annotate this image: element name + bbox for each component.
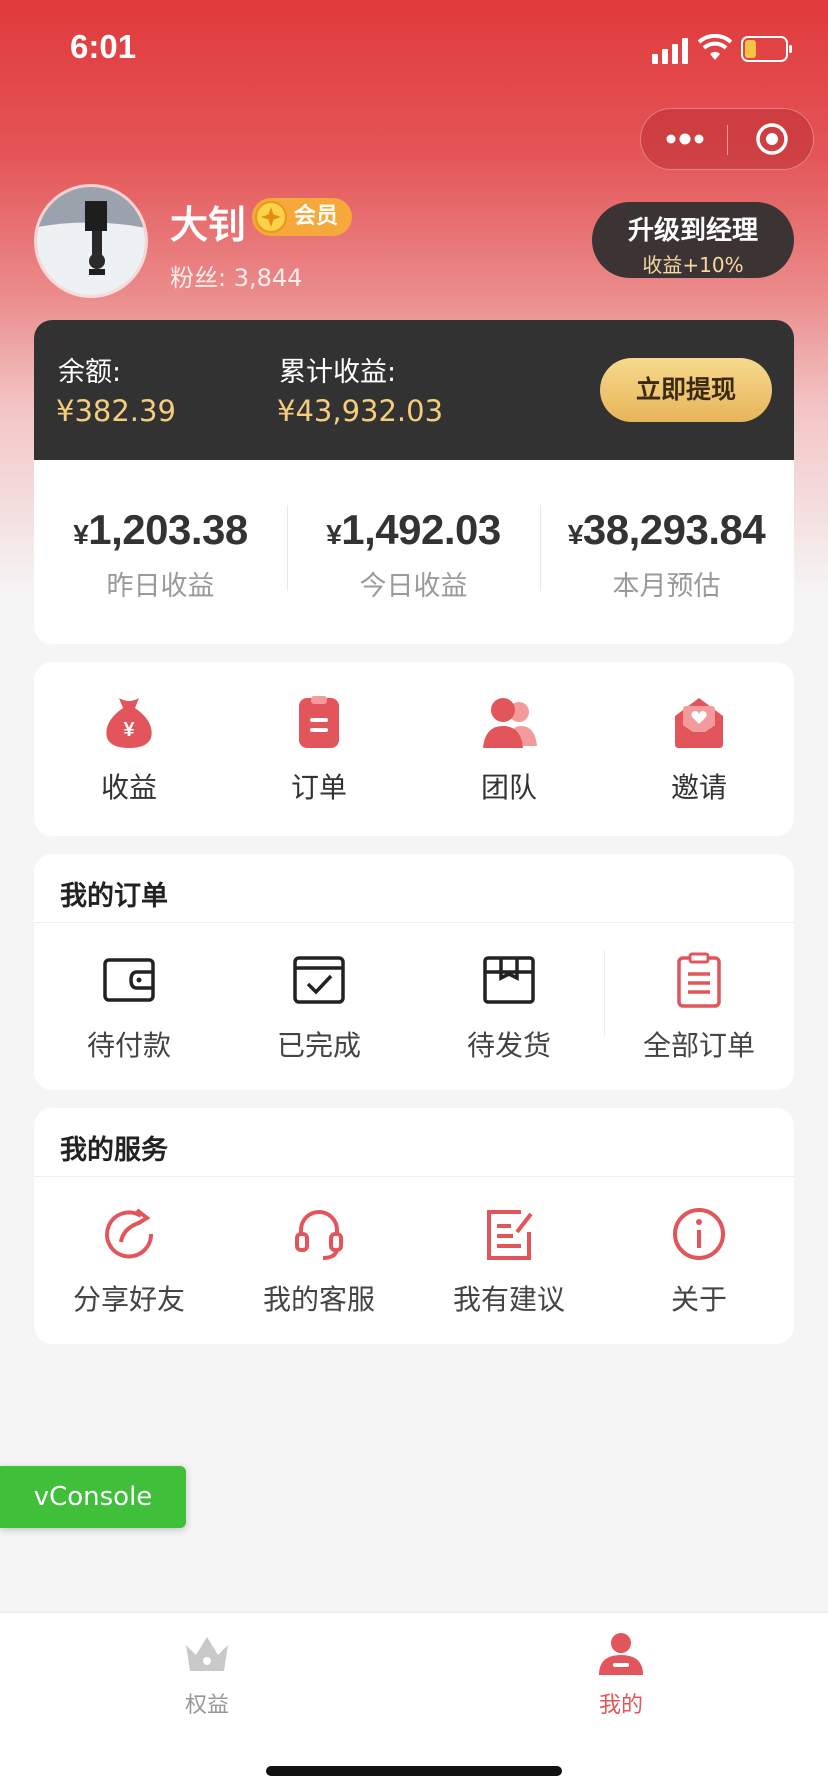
feedback-icon (487, 1210, 533, 1260)
stat-label: 今日收益 (359, 571, 468, 602)
battery-icon (741, 36, 792, 62)
tab-bar: 权益 我的 (0, 1612, 828, 1792)
order-label: 全部订单 (642, 1029, 755, 1062)
miniprogram-capsule (640, 108, 814, 170)
stat-value: ¥1,492.03 (326, 506, 501, 553)
share-icon (105, 1208, 154, 1259)
balance-value: ¥382.39 (56, 394, 176, 428)
balance-panel: 余额: ¥382.39 累计收益: ¥43,932.03 立即提现 (34, 320, 794, 460)
withdraw-button[interactable]: 立即提现 (600, 358, 772, 422)
section-title: 我的订单 (60, 881, 168, 912)
order-pending-payment[interactable]: 待付款 (34, 922, 224, 1090)
vconsole-button[interactable]: vConsole (0, 1466, 186, 1528)
total-earnings-label: 累计收益: (279, 357, 397, 388)
info-icon (673, 1208, 725, 1260)
stat-month-estimate[interactable]: ¥38,293.84 本月预估 (540, 460, 793, 644)
shortcut-grid: ¥ 收益 订单 团队 邀请 (34, 662, 794, 836)
section-title: 我的服务 (60, 1135, 168, 1166)
stat-today[interactable]: ¥1,492.03 今日收益 (287, 460, 540, 644)
stat-label: 昨日收益 (106, 571, 215, 602)
package-icon (483, 956, 535, 1004)
stat-value: ¥38,293.84 (567, 506, 766, 553)
service-customer-support[interactable]: 我的客服 (224, 1176, 414, 1344)
crown-icon (186, 1637, 228, 1671)
balance-label: 余额: (58, 357, 122, 388)
service-label: 我的客服 (262, 1283, 375, 1316)
tab-mine[interactable]: 我的 (414, 1613, 828, 1733)
team-icon (483, 698, 537, 748)
tab-benefits[interactable]: 权益 (0, 1613, 414, 1733)
upgrade-manager-button[interactable]: 升级到经理 收益+10% (592, 202, 794, 278)
stat-value: ¥1,203.38 (73, 506, 248, 553)
total-earnings-value: ¥43,932.03 (277, 394, 444, 428)
shortcut-invite[interactable]: 邀请 (604, 662, 794, 836)
clipboard-icon (299, 696, 339, 748)
shortcut-label: 邀请 (670, 771, 727, 804)
shortcut-team[interactable]: 团队 (414, 662, 604, 836)
service-label: 我有建议 (452, 1283, 565, 1316)
wifi-icon (698, 34, 732, 60)
upgrade-title: 升级到经理 (627, 216, 758, 246)
shortcut-earnings[interactable]: ¥ 收益 (34, 662, 224, 836)
service-feedback[interactable]: 我有建议 (414, 1176, 604, 1344)
service-label: 关于 (670, 1283, 727, 1316)
status-time: 6:01 (70, 28, 137, 65)
stat-label: 本月预估 (612, 571, 721, 602)
stat-yesterday[interactable]: ¥1,203.38 昨日收益 (34, 460, 287, 644)
shortcut-orders[interactable]: 订单 (224, 662, 414, 836)
tab-label: 我的 (598, 1693, 643, 1718)
my-services-card: 我的服务 分享好友 我的客服 我有建议 关于 (34, 1108, 794, 1344)
target-close-icon (755, 123, 788, 155)
close-miniprogram-button[interactable] (728, 109, 815, 169)
check-box-icon (293, 956, 345, 1004)
shortcut-label: 收益 (100, 771, 157, 804)
order-all[interactable]: 全部订单 (604, 922, 794, 1090)
upgrade-subtitle: 收益+10% (642, 253, 744, 277)
money-bag-icon: ¥ (106, 698, 152, 748)
user-name: 大钊 (170, 203, 247, 247)
order-label: 待付款 (86, 1029, 171, 1062)
service-label: 分享好友 (72, 1283, 185, 1316)
more-button[interactable] (641, 109, 728, 169)
shortcut-label: 团队 (480, 771, 537, 804)
member-badge-label: 会员 (294, 204, 339, 229)
more-dots-icon (666, 133, 703, 145)
order-completed[interactable]: 已完成 (224, 922, 414, 1090)
order-label: 已完成 (276, 1029, 361, 1062)
wallet-icon (103, 958, 155, 1002)
service-about[interactable]: 关于 (604, 1176, 794, 1344)
invite-envelope-icon (675, 698, 723, 748)
headset-icon (295, 1210, 343, 1260)
shortcut-label: 订单 (290, 771, 347, 804)
status-bar: 6:01 (0, 0, 828, 100)
signal-icon (652, 38, 688, 64)
person-icon (599, 1633, 643, 1675)
fans-count: 粉丝: 3,844 (170, 264, 303, 292)
avatar[interactable] (34, 184, 148, 298)
service-share[interactable]: 分享好友 (34, 1176, 224, 1344)
my-orders-card: 我的订单 待付款 已完成 待发货 全部订单 (34, 854, 794, 1090)
svg-text:¥: ¥ (123, 719, 135, 741)
order-pending-shipment[interactable]: 待发货 (414, 922, 604, 1090)
earnings-card: 余额: ¥382.39 累计收益: ¥43,932.03 立即提现 ¥1,203… (34, 320, 794, 644)
tab-label: 权益 (184, 1693, 229, 1718)
order-label: 待发货 (466, 1029, 551, 1062)
home-indicator (266, 1766, 562, 1776)
member-badge: 会员 (252, 198, 353, 236)
order-list-icon (677, 952, 721, 1008)
member-star-icon (255, 201, 287, 233)
